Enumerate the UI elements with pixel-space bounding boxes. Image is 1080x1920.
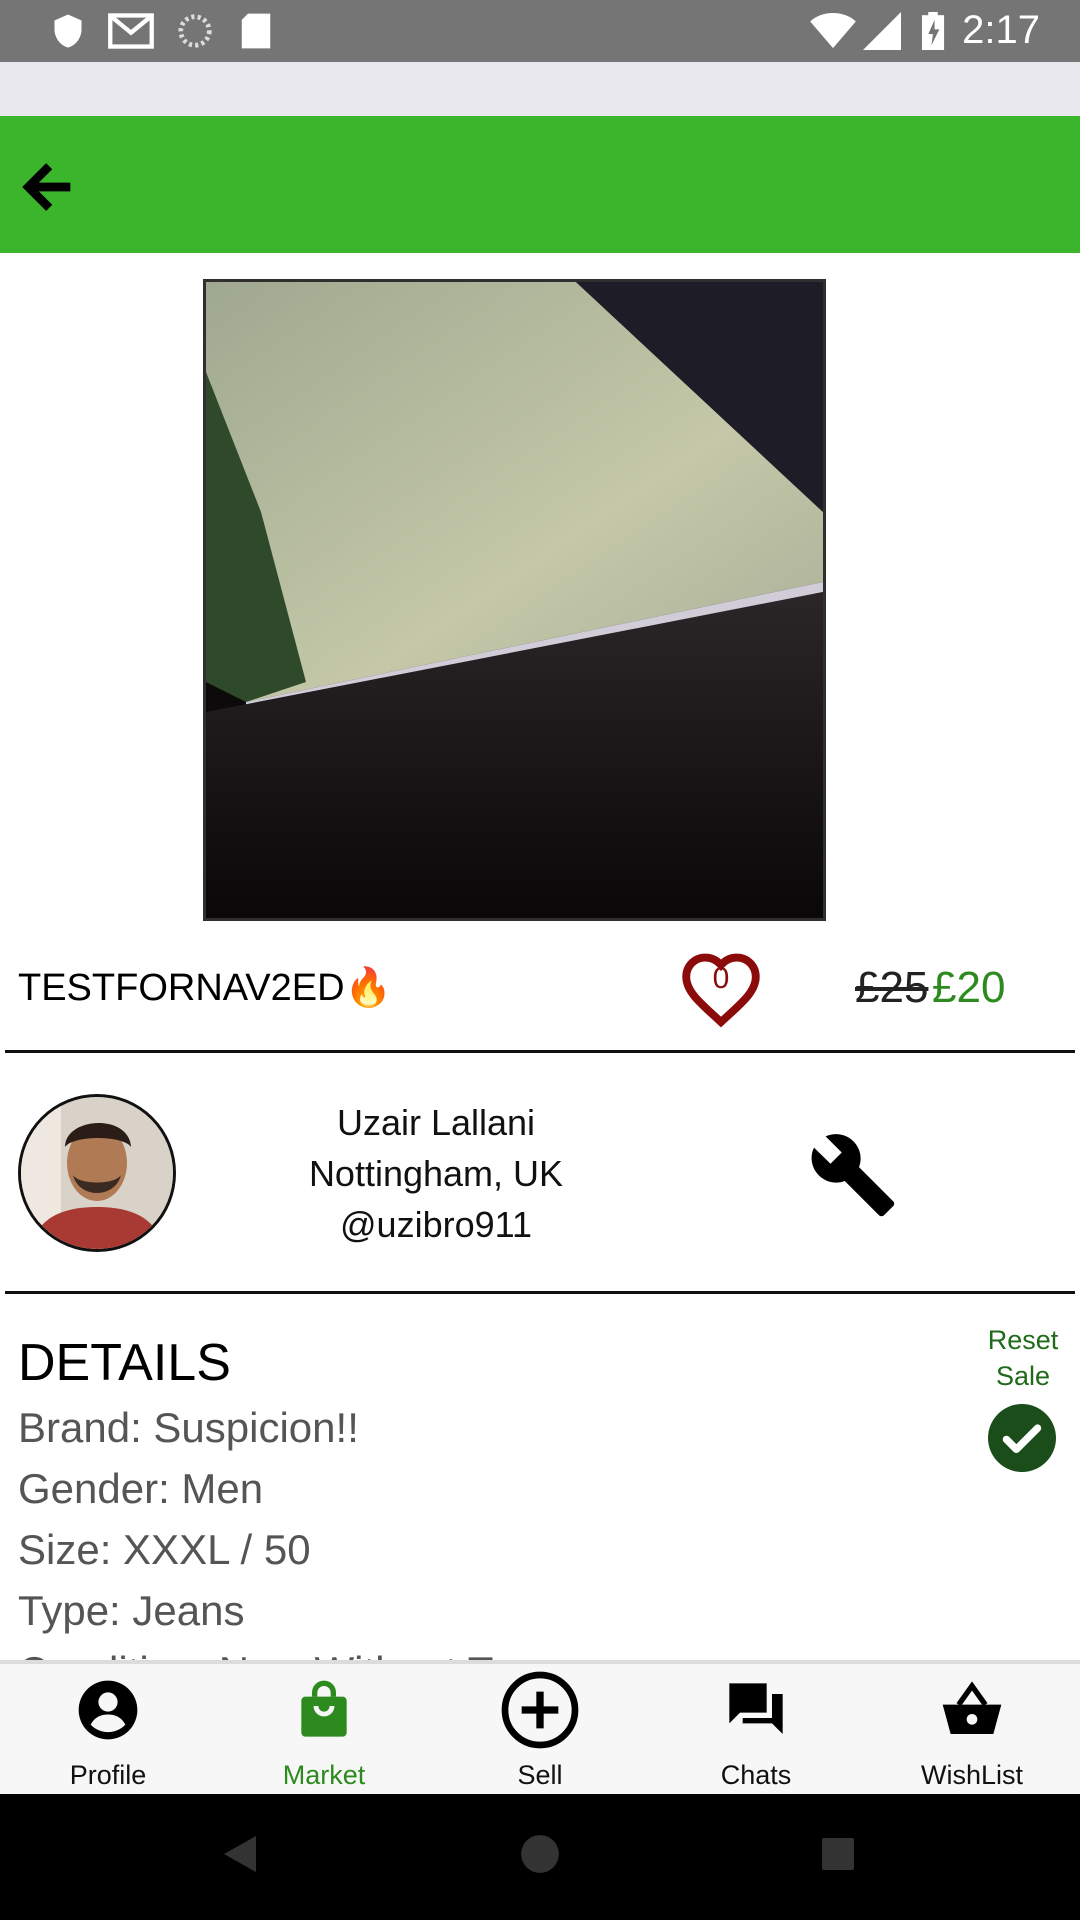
home-circle-icon[interactable]	[519, 1833, 561, 1875]
nav-item-sell[interactable]: Sell	[432, 1664, 648, 1798]
details-heading: DETAILS	[18, 1334, 231, 1392]
nav-label-sell: Sell	[517, 1760, 563, 1790]
shopping-bag-icon	[301, 1680, 347, 1737]
seller-avatar[interactable]	[18, 1094, 176, 1252]
sd-card-icon	[241, 13, 271, 49]
seller-handle[interactable]: @uzibro911	[186, 1204, 686, 1246]
nav-item-profile[interactable]: Profile	[0, 1664, 216, 1798]
reset-sale-label-line1: Reset	[987, 1325, 1059, 1355]
reset-sale-button[interactable]	[988, 1404, 1056, 1472]
signal-icon	[863, 12, 901, 50]
app-bar	[0, 116, 1080, 253]
detail-brand: Brand: Suspicion!!	[18, 1404, 359, 1451]
product-title: TESTFORNAV2ED🔥	[18, 966, 392, 1010]
basket-icon	[942, 1681, 1002, 1734]
system-nav-bar	[0, 1794, 1080, 1920]
account-circle-icon	[78, 1680, 138, 1740]
nav-label-wishlist: WishList	[920, 1760, 1023, 1790]
seller-name[interactable]: Uzair Lallani	[186, 1102, 686, 1144]
back-triangle-icon[interactable]	[222, 1834, 258, 1874]
wifi-icon	[810, 12, 856, 49]
status-bar: 2:17	[0, 0, 1080, 62]
product-image[interactable]	[203, 279, 826, 921]
sale-price: £20	[932, 963, 1006, 1012]
nav-item-chats[interactable]: Chats	[648, 1664, 864, 1798]
nav-label-profile: Profile	[69, 1760, 147, 1790]
reset-sale-label-line2: Sale	[995, 1361, 1051, 1391]
like-count: 0	[712, 962, 730, 995]
recents-square-icon[interactable]	[820, 1836, 856, 1872]
avatar-photo	[21, 1097, 173, 1249]
product-photo	[206, 282, 823, 918]
status-time: 2:17	[962, 8, 1040, 52]
detail-gender: Gender: Men	[18, 1465, 264, 1512]
battery-icon	[921, 12, 945, 50]
chat-icon	[729, 1683, 783, 1734]
detail-type: Type: Jeans	[18, 1587, 245, 1634]
seller-location: Nottingham, UK	[308, 1153, 564, 1194]
mail-icon	[108, 13, 154, 49]
plus-circle-icon	[501, 1671, 579, 1749]
divider	[5, 1291, 1075, 1294]
shield-icon	[54, 14, 82, 48]
divider	[5, 1050, 1075, 1053]
like-button[interactable]: 0	[678, 948, 764, 1028]
product-title-text: TESTFORNAV2ED	[18, 967, 345, 1009]
fire-icon: 🔥	[344, 967, 392, 1009]
check-icon	[1002, 1424, 1042, 1454]
reset-sale-label: Reset Sale	[965, 1322, 1080, 1394]
nav-label-chats: Chats	[720, 1760, 792, 1790]
nav-label-market: Market	[282, 1760, 366, 1790]
nav-item-market[interactable]: Market	[216, 1664, 432, 1798]
wrench-icon[interactable]	[808, 1130, 898, 1220]
back-arrow-icon[interactable]	[12, 152, 82, 222]
nav-item-wishlist[interactable]: WishList	[864, 1664, 1080, 1798]
sync-icon	[178, 14, 212, 48]
bottom-nav: Profile Market Sell Chats WishList	[0, 1660, 1080, 1794]
toolbar-spacer	[0, 62, 1080, 116]
detail-size: Size: XXXL / 50	[18, 1526, 311, 1573]
original-price: £25	[855, 963, 929, 1012]
